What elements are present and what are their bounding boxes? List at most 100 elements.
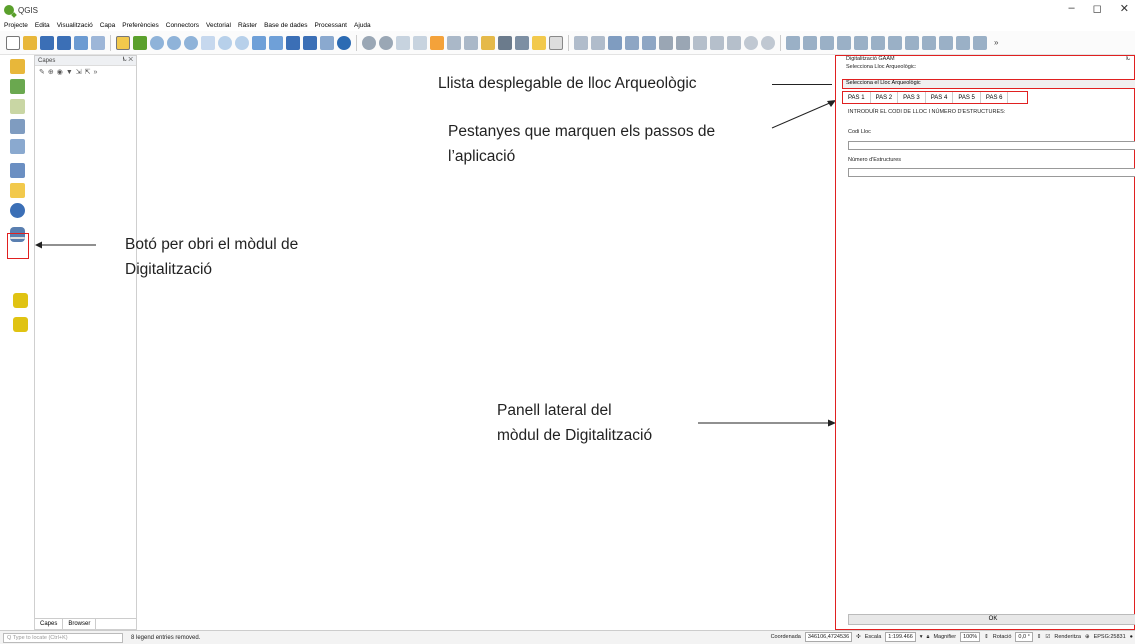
- extents-toggle-icon[interactable]: ✣: [856, 634, 861, 640]
- label-toolbar-icon[interactable]: [786, 35, 800, 50]
- save-as-icon[interactable]: [57, 35, 71, 50]
- new-map-view-icon[interactable]: [286, 35, 300, 50]
- pan-to-selection-icon[interactable]: [133, 35, 147, 50]
- zoom-layer-icon[interactable]: [235, 35, 249, 50]
- zoom-in-icon[interactable]: [150, 35, 164, 50]
- crs-globe-icon[interactable]: ⊕: [1085, 634, 1090, 640]
- label-pin-icon[interactable]: [803, 35, 817, 50]
- add-raster-layer-icon[interactable]: [10, 79, 25, 94]
- zoom-rubberband-icon[interactable]: [184, 35, 198, 50]
- crs-label[interactable]: EPSG:25831: [1094, 634, 1126, 640]
- save-edits-icon[interactable]: [608, 35, 622, 50]
- label-move-icon[interactable]: [837, 35, 851, 50]
- delete-selected-icon[interactable]: [676, 35, 690, 50]
- open-project-icon[interactable]: [23, 35, 37, 50]
- tab-pas-5[interactable]: PAS 5: [953, 92, 981, 103]
- coordinate-field[interactable]: 346106,4724536: [804, 632, 853, 642]
- menu-ajuda[interactable]: Ajuda: [354, 22, 371, 29]
- bookmark-icon[interactable]: [320, 35, 334, 50]
- menu-edita[interactable]: Edita: [35, 22, 50, 29]
- locator-input[interactable]: Q Type to locate (Ctrl+K): [3, 632, 123, 643]
- site-combobox[interactable]: Selecciona el Lloc Arqueològic: [842, 79, 1135, 89]
- select-by-value-icon[interactable]: [430, 35, 444, 50]
- tab-pas-4[interactable]: PAS 4: [926, 92, 954, 103]
- zoom-selection-icon[interactable]: [218, 35, 232, 50]
- new-project-icon[interactable]: [6, 35, 20, 50]
- attribute-table-icon[interactable]: [447, 35, 461, 50]
- label-extra-icon[interactable]: [939, 35, 953, 50]
- cut-features-icon[interactable]: [693, 35, 707, 50]
- move-feature-icon[interactable]: [659, 35, 673, 50]
- lock-icon[interactable]: 🔒︎: [927, 634, 930, 641]
- refresh-icon[interactable]: [337, 35, 351, 50]
- ok-button[interactable]: OK: [848, 614, 1135, 625]
- site-code-input[interactable]: [848, 141, 1135, 150]
- render-checkbox[interactable]: ☑: [1045, 634, 1050, 640]
- label-style-icon[interactable]: [922, 35, 936, 50]
- zoom-next-icon[interactable]: [269, 35, 283, 50]
- gps-tools-icon[interactable]: [10, 203, 25, 218]
- data-source-manager-icon[interactable]: [10, 59, 25, 74]
- scale-field[interactable]: 1:199.466: [885, 632, 916, 642]
- measure-icon[interactable]: [515, 35, 529, 50]
- deselect-features-icon[interactable]: [413, 35, 427, 50]
- tab-browser[interactable]: Browser: [63, 619, 97, 629]
- digitization-secondary-icon[interactable]: [13, 317, 28, 332]
- tab-pas-1[interactable]: PAS 1: [843, 92, 871, 103]
- tab-capes[interactable]: Capes: [35, 619, 64, 629]
- text-annotation-icon[interactable]: [549, 35, 563, 50]
- new-shapefile-icon[interactable]: [10, 163, 25, 178]
- tab-pas-2[interactable]: PAS 2: [871, 92, 899, 103]
- maximize-button[interactable]: ◻: [1093, 2, 1102, 15]
- label-rotate-icon[interactable]: [854, 35, 868, 50]
- filter-icon[interactable]: ▼: [66, 69, 73, 76]
- label-more-icon[interactable]: [956, 35, 970, 50]
- zoom-last-icon[interactable]: [252, 35, 266, 50]
- digitization-module-icon[interactable]: [13, 293, 28, 308]
- zoom-full-icon[interactable]: [201, 35, 215, 50]
- magnifier-field[interactable]: 100%: [960, 632, 981, 642]
- pan-icon[interactable]: [116, 35, 130, 50]
- new-temp-layer-icon[interactable]: [10, 183, 25, 198]
- layout-manager-icon[interactable]: [91, 35, 105, 50]
- structures-count-input[interactable]: [848, 168, 1135, 177]
- menu-base-de-dades[interactable]: Base de dades: [264, 22, 307, 29]
- toggle-editing-icon[interactable]: [591, 35, 605, 50]
- menu-connectors[interactable]: Connectors: [166, 22, 199, 29]
- label-last-icon[interactable]: [973, 35, 987, 50]
- statistics-sum-icon[interactable]: [498, 35, 512, 50]
- menu-projecte[interactable]: Projecte: [4, 22, 28, 29]
- tab-pas-6[interactable]: PAS 6: [981, 92, 1009, 103]
- processing-toolbox-icon[interactable]: [481, 35, 495, 50]
- scale-dropdown-icon[interactable]: ▾: [920, 634, 923, 640]
- add-feature-icon[interactable]: [625, 35, 639, 50]
- menu-processant[interactable]: Processant: [314, 22, 347, 29]
- zoom-out-icon[interactable]: [167, 35, 181, 50]
- tab-pas-3[interactable]: PAS 3: [898, 92, 926, 103]
- new-3d-view-icon[interactable]: [303, 35, 317, 50]
- style-icon[interactable]: ✎: [39, 68, 45, 76]
- label-change-icon[interactable]: [871, 35, 885, 50]
- menu-capa[interactable]: Capa: [100, 22, 116, 29]
- menu-vectorial[interactable]: Vectorial: [206, 22, 231, 29]
- map-tips-icon[interactable]: [532, 35, 546, 50]
- eye-icon[interactable]: ◉: [57, 68, 63, 76]
- add-wms-layer-icon[interactable]: [10, 139, 25, 154]
- minimize-button[interactable]: –: [1069, 2, 1075, 15]
- copy-features-icon[interactable]: [710, 35, 724, 50]
- vertex-tool-icon[interactable]: [642, 35, 656, 50]
- rotation-field[interactable]: 0,0 °: [1015, 632, 1033, 642]
- add-delimited-text-icon[interactable]: [10, 119, 25, 134]
- select-features-icon[interactable]: [396, 35, 410, 50]
- more-icon[interactable]: »: [94, 69, 98, 76]
- rotation-spin-icon[interactable]: ⇕: [1037, 634, 1042, 640]
- label-properties-icon[interactable]: [905, 35, 919, 50]
- close-window-button[interactable]: ✕: [1120, 2, 1129, 15]
- paste-features-icon[interactable]: [727, 35, 741, 50]
- run-action-icon[interactable]: [379, 35, 393, 50]
- magnifier-spin-icon[interactable]: ⇕: [984, 634, 989, 640]
- undo-icon[interactable]: [744, 35, 758, 50]
- save-project-icon[interactable]: [40, 35, 54, 50]
- collapse-icon[interactable]: ⇱: [85, 68, 91, 76]
- menu-preferencies[interactable]: Preferències: [122, 22, 159, 29]
